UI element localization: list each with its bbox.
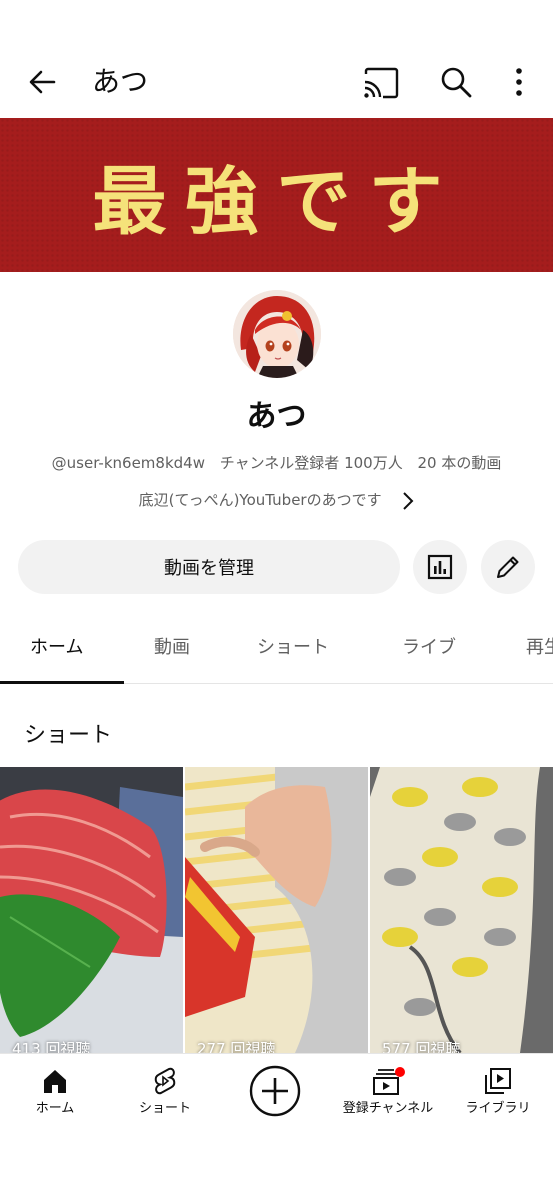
more-vert-icon[interactable] xyxy=(506,64,532,100)
subscriptions-icon xyxy=(373,1067,405,1095)
avatar[interactable] xyxy=(233,290,321,378)
nav-label: 登録チャンネル xyxy=(342,1101,434,1116)
nav-home[interactable]: ホーム xyxy=(0,1060,110,1130)
analytics-button[interactable] xyxy=(413,540,467,594)
cast-icon[interactable] xyxy=(362,66,400,100)
pencil-icon xyxy=(497,556,519,578)
tab-playlists[interactable]: 再生 xyxy=(526,614,553,683)
channel-description[interactable]: 底辺(てっぺん)YouTuberのあつです xyxy=(0,486,553,514)
shorts-section-title: ショート xyxy=(24,723,113,748)
shorts-shelf: 413 回視聴 277 回視聴 577 回視聴 xyxy=(0,767,553,1053)
tab-shorts[interactable]: ショート xyxy=(257,614,329,683)
manage-videos-button[interactable]: 動画を管理 xyxy=(18,540,400,594)
edit-channel-button[interactable] xyxy=(481,540,535,594)
page-title: あつ xyxy=(92,65,149,98)
top-app-bar: あつ xyxy=(0,0,553,118)
nav-label: ショート xyxy=(138,1101,191,1116)
nav-label: ライブラリ xyxy=(465,1101,531,1116)
subscriber-count: チャンネル登録者 100万人 xyxy=(219,454,403,472)
nav-shorts[interactable]: ショート xyxy=(110,1060,220,1130)
create-plus-icon[interactable] xyxy=(248,1064,302,1118)
home-icon xyxy=(44,1070,66,1093)
video-count: 20 本の動画 xyxy=(417,454,502,472)
tab-videos[interactable]: 動画 xyxy=(154,614,190,683)
library-icon xyxy=(485,1068,511,1094)
nav-label: ホーム xyxy=(35,1101,75,1116)
short-view-count: 277 回視聴 xyxy=(197,1040,276,1053)
manage-videos-label: 動画を管理 xyxy=(164,558,254,579)
short-thumbnail[interactable]: 413 回視聴 xyxy=(0,767,183,1053)
search-icon[interactable] xyxy=(438,64,474,100)
short-view-count: 577 回視聴 xyxy=(382,1040,461,1053)
channel-tabs: ホーム 動画 ショート ライブ 再生 xyxy=(0,614,553,684)
banner-text: 最強です xyxy=(92,158,461,245)
bottom-navigation: ホーム ショート 登録チャンネル ライブラリ xyxy=(0,1053,553,1200)
active-tab-indicator xyxy=(0,681,124,684)
short-thumbnail[interactable]: 577 回視聴 xyxy=(370,767,553,1053)
arrow-left-icon[interactable] xyxy=(24,64,60,100)
tab-home[interactable]: ホーム xyxy=(30,614,83,683)
channel-name: あつ xyxy=(246,399,307,434)
nav-subscriptions[interactable]: 登録チャンネル xyxy=(333,1060,443,1130)
shorts-icon xyxy=(154,1067,176,1095)
channel-handle: @user-kn6em8kd4w xyxy=(51,454,205,472)
channel-meta: @user-kn6em8kd4w チャンネル登録者 100万人 20 本の動画 xyxy=(0,450,553,476)
short-thumbnail[interactable]: 277 回視聴 xyxy=(185,767,368,1053)
nav-library[interactable]: ライブラリ xyxy=(443,1060,553,1130)
tab-live[interactable]: ライブ xyxy=(402,614,456,683)
description-text: 底辺(てっぺん)YouTuberのあつです xyxy=(138,491,382,509)
short-image-fabric xyxy=(370,767,553,1053)
channel-banner: 最強です xyxy=(0,118,553,272)
short-image-papercraft xyxy=(185,767,368,1053)
chevron-right-icon xyxy=(403,491,414,510)
avatar-illustration xyxy=(233,290,321,378)
short-view-count: 413 回視聴 xyxy=(12,1040,91,1053)
analytics-icon xyxy=(427,554,453,580)
short-image-sashimi xyxy=(0,767,183,1053)
